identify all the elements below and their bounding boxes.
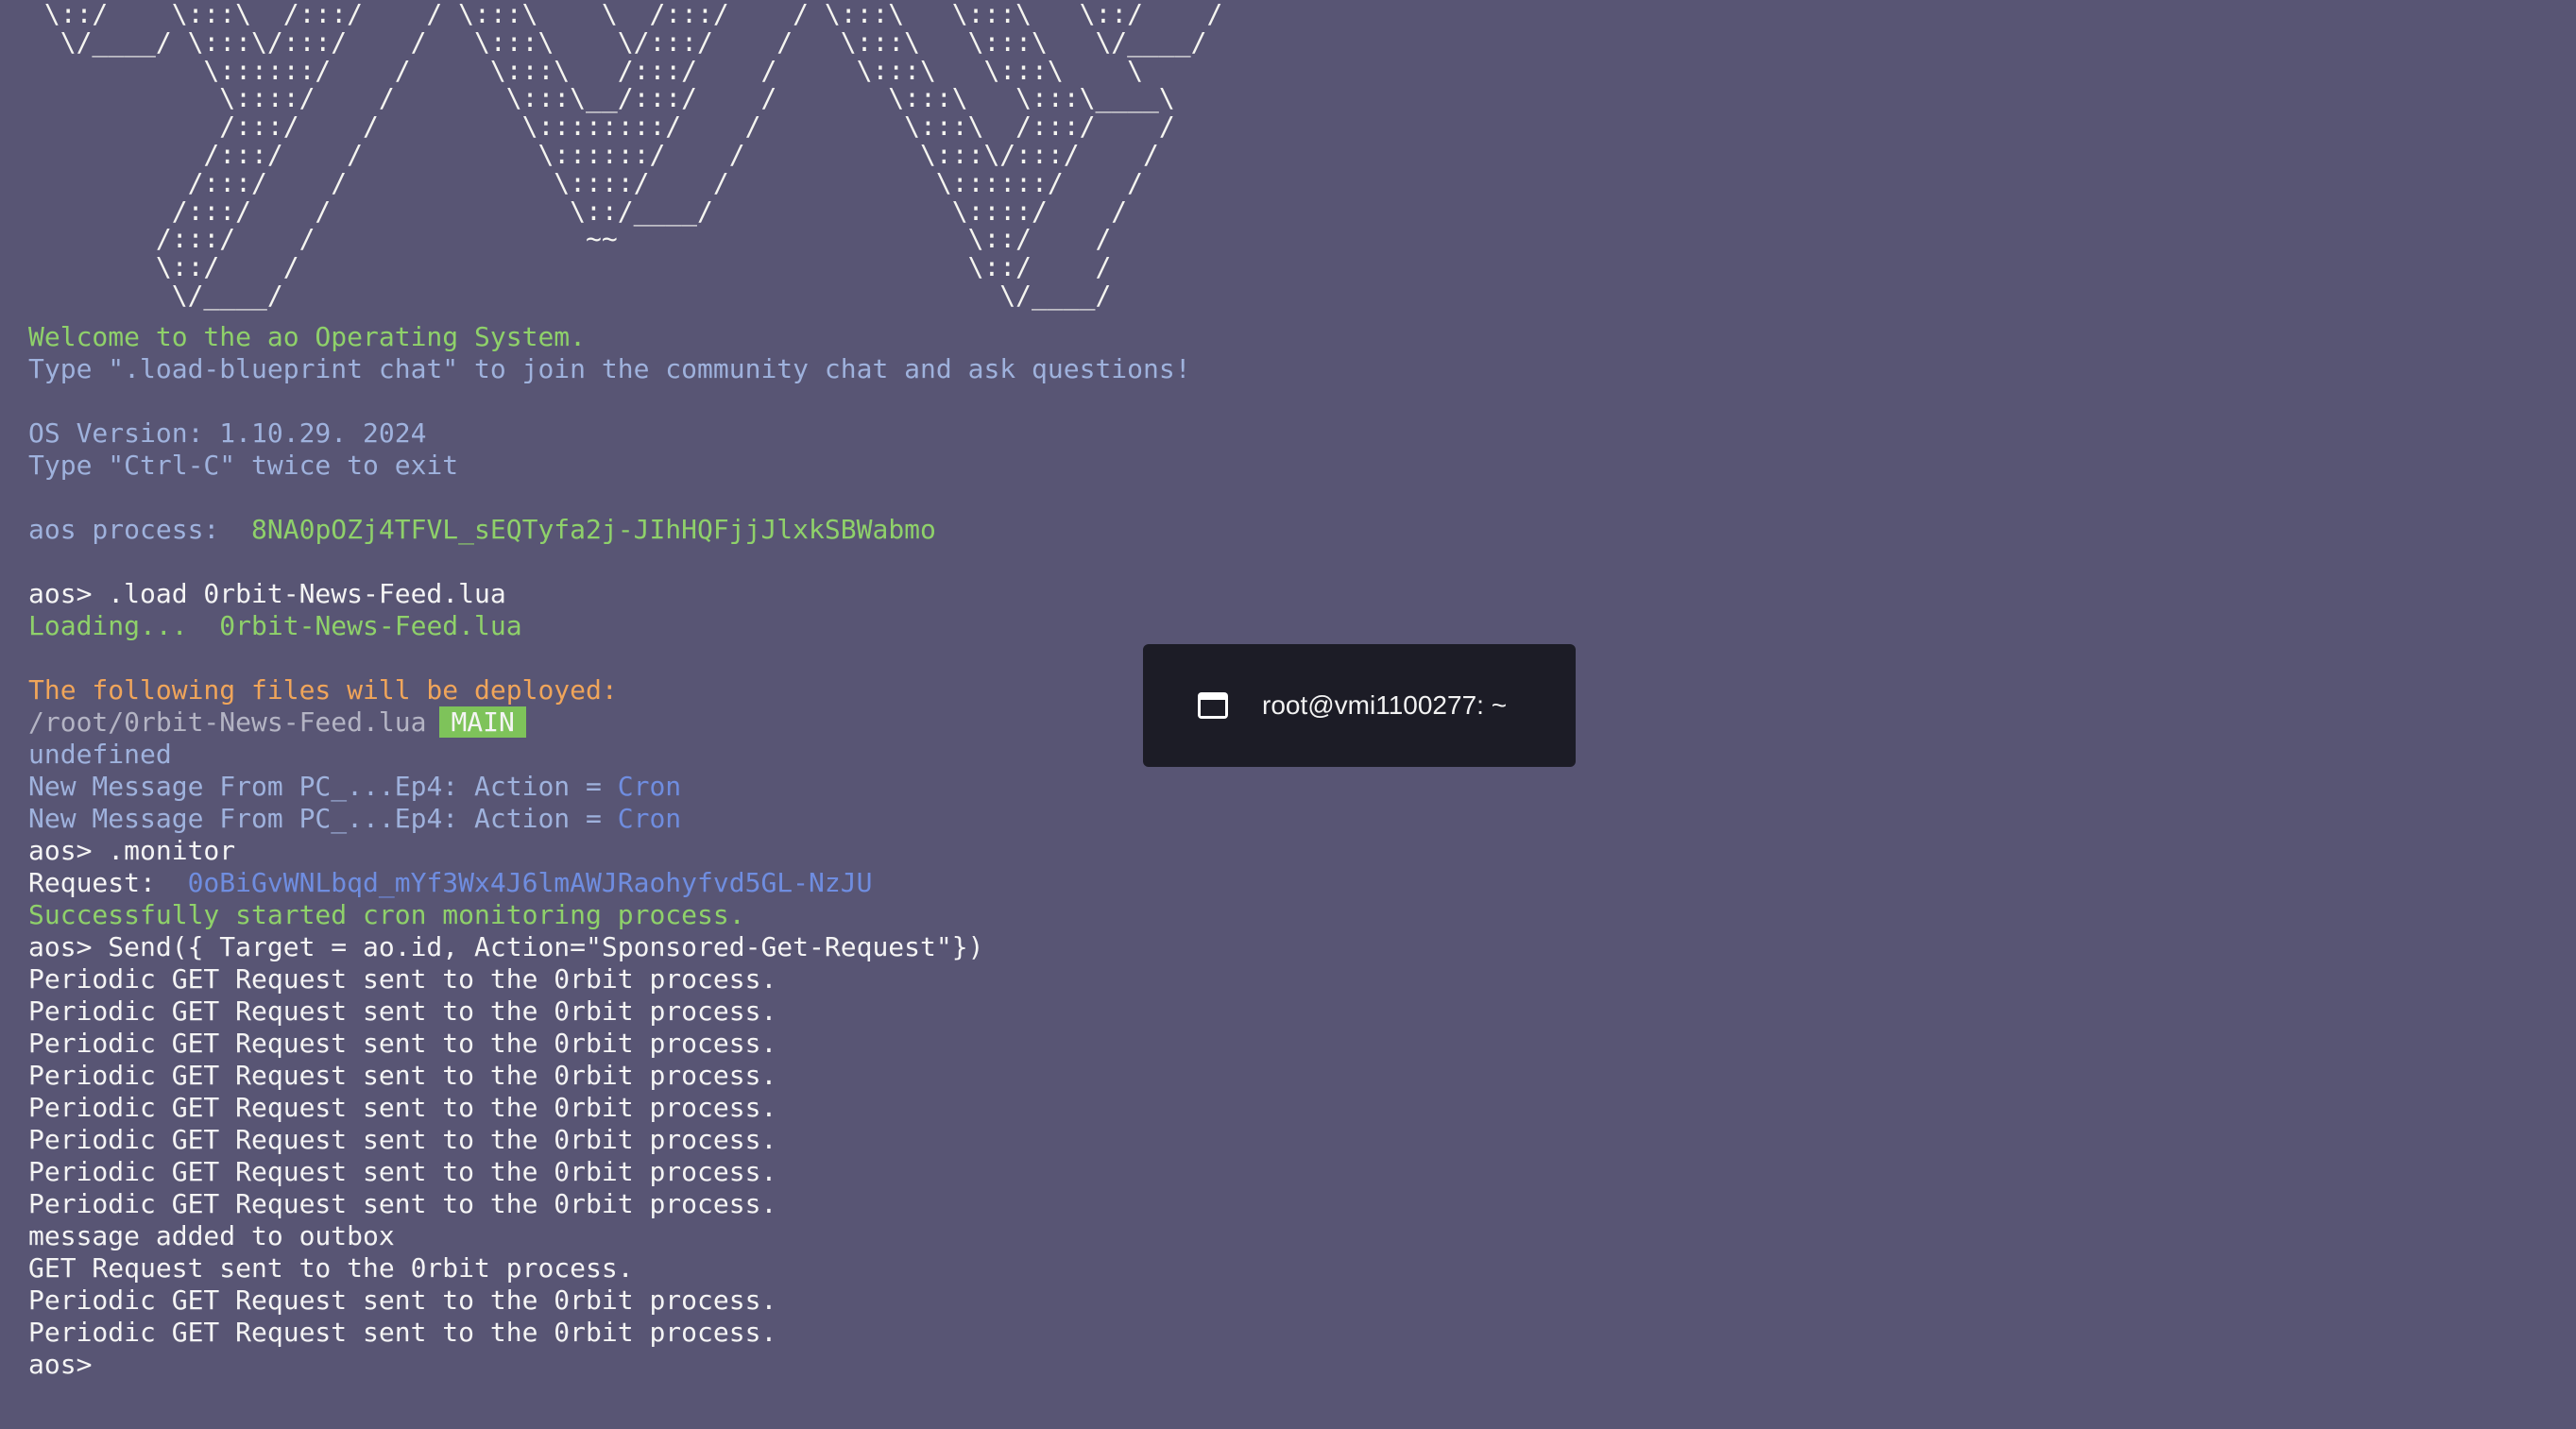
- exit-hint: Type "Ctrl-C" twice to exit: [28, 450, 459, 481]
- message-prefix: New Message From: [28, 771, 299, 802]
- output-line: Periodic GET Request sent to the 0rbit p…: [28, 1092, 777, 1123]
- message-line: New Message From PC_...Ep4: Action = Cro…: [28, 803, 2576, 835]
- command-monitor: aos> .monitor: [28, 835, 236, 866]
- message-sender: PC_...Ep4: [299, 803, 443, 834]
- output-line: message added to outbox: [28, 1220, 395, 1251]
- monitor-success: Successfully started cron monitoring pro…: [28, 899, 745, 930]
- message-prefix: New Message From: [28, 803, 299, 834]
- process-line: aos process: 8NA0pOZj4TFVL_sEQTyfa2j-JIh…: [28, 514, 2576, 546]
- output-line: Periodic GET Request sent to the 0rbit p…: [28, 1188, 777, 1219]
- message-action: Cron: [617, 803, 682, 834]
- message-separator: : Action =: [442, 771, 618, 802]
- message-action: Cron: [617, 771, 682, 802]
- command-send: aos> Send({ Target = ao.id, Action="Spon…: [28, 931, 984, 962]
- message-line: New Message From PC_...Ep4: Action = Cro…: [28, 771, 2576, 803]
- output-line: Periodic GET Request sent to the 0rbit p…: [28, 1156, 777, 1187]
- output-line: Periodic GET Request sent to the 0rbit p…: [28, 963, 777, 995]
- output-line: Periodic GET Request sent to the 0rbit p…: [28, 1284, 777, 1316]
- process-id: 8NA0pOZj4TFVL_sEQTyfa2j-JIhHQFjjJlxkSBWa…: [251, 514, 936, 545]
- output-line: Periodic GET Request sent to the 0rbit p…: [28, 1124, 777, 1155]
- loading-line: Loading... 0rbit-News-Feed.lua: [28, 610, 2576, 642]
- command-prompt[interactable]: aos>: [28, 1349, 2576, 1381]
- loading-label: Loading...: [28, 610, 188, 641]
- output-line: Periodic GET Request sent to the 0rbit p…: [28, 1317, 777, 1348]
- blueprint-hint: Type ".load-blueprint chat" to join the …: [28, 353, 1191, 384]
- request-label: Request:: [28, 867, 156, 898]
- window-title-tooltip: root@vmi1100277: ~: [1143, 644, 1576, 767]
- message-separator: : Action =: [442, 803, 618, 834]
- os-version: OS Version: 1.10.29. 2024: [28, 417, 427, 449]
- output-line: Periodic GET Request sent to the 0rbit p…: [28, 1060, 777, 1091]
- welcome-message: Welcome to the ao Operating System.: [28, 321, 587, 352]
- tooltip-title: root@vmi1100277: ~: [1262, 690, 1508, 720]
- output-line: Periodic GET Request sent to the 0rbit p…: [28, 1028, 777, 1059]
- output-line: Periodic GET Request sent to the 0rbit p…: [28, 995, 777, 1027]
- process-label: aos process:: [28, 514, 220, 545]
- terminal-window-icon: [1198, 692, 1228, 719]
- request-id: 0oBiGvWNLbqd_mYf3Wx4J6lmAWJRaohyfvd5GL-N…: [187, 867, 873, 898]
- request-line: Request: 0oBiGvWNLbqd_mYf3Wx4J6lmAWJRaoh…: [28, 867, 2576, 899]
- command-load: aos> .load 0rbit-News-Feed.lua: [28, 578, 506, 609]
- main-badge: MAIN: [439, 706, 526, 738]
- output-line: GET Request sent to the 0rbit process.: [28, 1252, 634, 1284]
- deploy-path: /root/0rbit-News-Feed.lua: [28, 706, 427, 738]
- message-sender: PC_...Ep4: [299, 771, 443, 802]
- loading-file: 0rbit-News-Feed.lua: [219, 610, 522, 641]
- ao-ascii-logo: \::/ \:::\ /:::/ / \:::\ \ /:::/ / \:::\…: [43, 0, 1223, 311]
